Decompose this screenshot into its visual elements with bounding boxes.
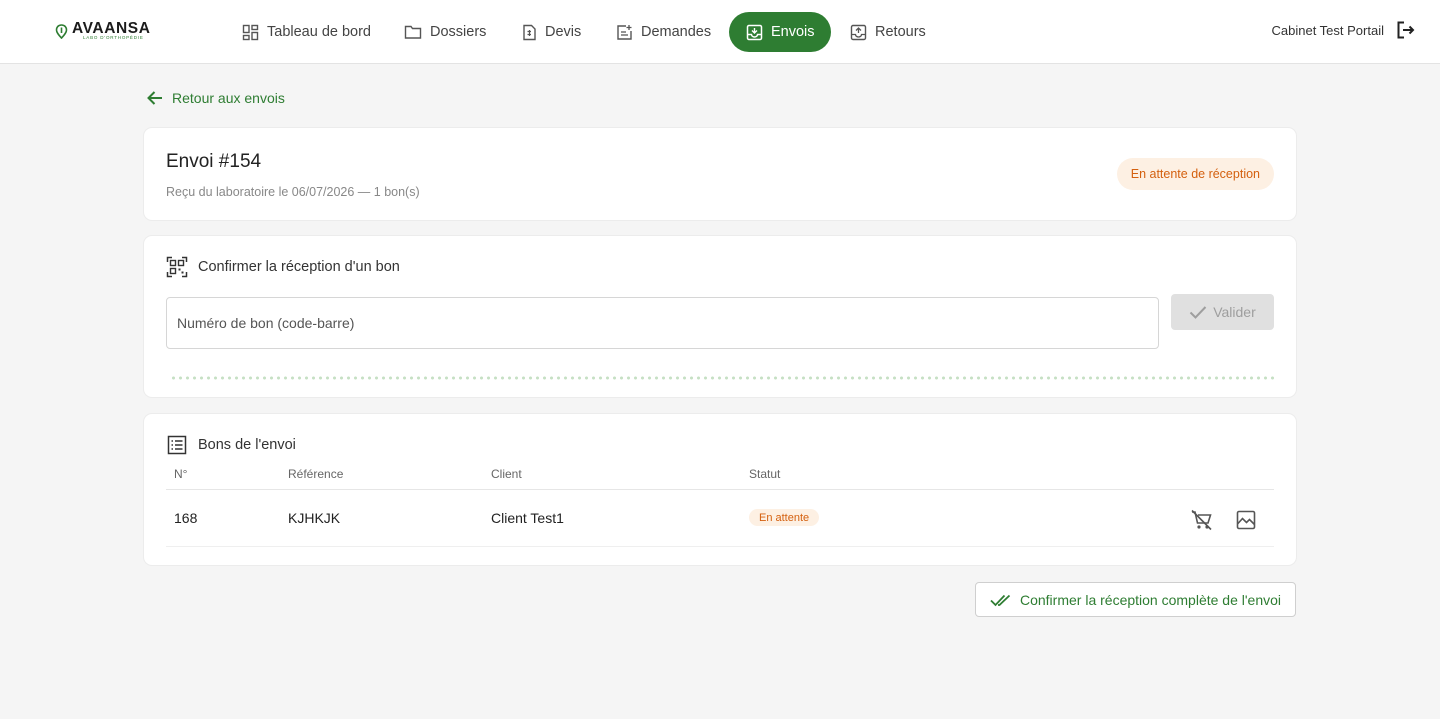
logout-icon[interactable] [1396, 20, 1416, 40]
nav-item-tableau-de-bord[interactable]: Tableau de bord [230, 12, 383, 52]
shipment-status-badge: En attente de réception [1116, 158, 1274, 190]
list-icon [167, 435, 187, 455]
nav-label: Demandes [641, 24, 712, 40]
confirm-full-reception-label: Confirmer la réception complète de l'env… [1019, 591, 1282, 608]
back-link-label: Retour aux envois [172, 90, 285, 106]
shipment-orders-card: Bons de l'envoi N° Référence Client Stat… [144, 414, 1296, 565]
table-header: N° Référence Client Statut [166, 466, 1274, 490]
nav-item-demandes[interactable]: Demandes [604, 12, 723, 52]
image-icon[interactable] [1234, 508, 1258, 532]
brand-logo[interactable]: AVAANSA LABO D'ORTHOPÉDIE [55, 21, 165, 43]
order-status-badge: En attente [749, 509, 820, 526]
nav-item-retours[interactable]: Retours [838, 12, 938, 52]
quote-document-icon [523, 24, 536, 40]
nav-label: Dossiers [430, 24, 487, 40]
confirm-reception-card: Confirmer la réception d'un bon Valider [144, 236, 1296, 397]
confirm-full-reception-button[interactable]: Confirmer la réception complète de l'env… [975, 582, 1296, 617]
column-header-number: N° [174, 467, 188, 481]
orders-section-header: Bons de l'envoi [166, 434, 296, 456]
account-name[interactable]: Cabinet Test Portail [1272, 23, 1385, 38]
qr-scan-icon [166, 256, 188, 278]
nav-label: Devis [545, 24, 582, 40]
no-delivery-icon[interactable] [1190, 508, 1214, 532]
validate-button-label: Valider [1213, 304, 1256, 320]
outbox-icon [746, 24, 763, 40]
arrow-left-icon [147, 91, 162, 105]
order-number-cell: 168 [174, 510, 198, 526]
order-number-input[interactable] [167, 298, 1158, 348]
double-check-icon [990, 594, 1011, 606]
request-add-icon [617, 24, 632, 40]
dashboard-icon [242, 24, 259, 40]
validate-button[interactable]: Valider [1171, 294, 1274, 330]
nav-item-dossiers[interactable]: Dossiers [392, 12, 498, 52]
shipment-title: Envoi #154 [166, 151, 262, 172]
order-number-field[interactable] [166, 297, 1159, 349]
return-box-icon [850, 24, 867, 40]
orders-table: N° Référence Client Statut 168 KJHKJK Cl… [166, 466, 1274, 547]
order-client-cell: Client Test1 [491, 510, 564, 526]
orders-section-title: Bons de l'envoi [198, 437, 296, 453]
brand-tagline: LABO D'ORTHOPÉDIE [83, 35, 144, 40]
column-header-reference: Référence [288, 467, 344, 481]
scan-progress-dots [170, 376, 1276, 380]
back-to-shipments-link[interactable]: Retour aux envois [146, 89, 285, 107]
logo-icon [55, 24, 68, 39]
folder-icon [404, 25, 422, 39]
top-navigation-bar: AVAANSA LABO D'ORTHOPÉDIE Tableau de bor… [0, 0, 1440, 64]
confirm-section-header: Confirmer la réception d'un bon [166, 256, 400, 278]
nav-item-devis[interactable]: Devis [510, 12, 593, 52]
order-reference-cell: KJHKJK [288, 510, 341, 526]
column-header-client: Client [491, 467, 522, 481]
table-row: 168 KJHKJK Client Test1 En attente [166, 490, 1274, 547]
nav-label: Retours [875, 24, 926, 40]
nav-label: Tableau de bord [267, 24, 371, 40]
account-area: Cabinet Test Portail [1272, 20, 1417, 40]
shipment-header-card: Envoi #154 Reçu du laboratoire le 06/07/… [144, 128, 1296, 220]
nav-label: Envois [771, 24, 815, 40]
nav-item-envois[interactable]: Envois [729, 12, 831, 52]
column-header-status: Statut [749, 467, 781, 481]
shipment-subtitle: Reçu du laboratoire le 06/07/2026 — 1 bo… [166, 185, 420, 199]
check-icon [1190, 306, 1207, 319]
confirm-section-title: Confirmer la réception d'un bon [198, 259, 400, 275]
